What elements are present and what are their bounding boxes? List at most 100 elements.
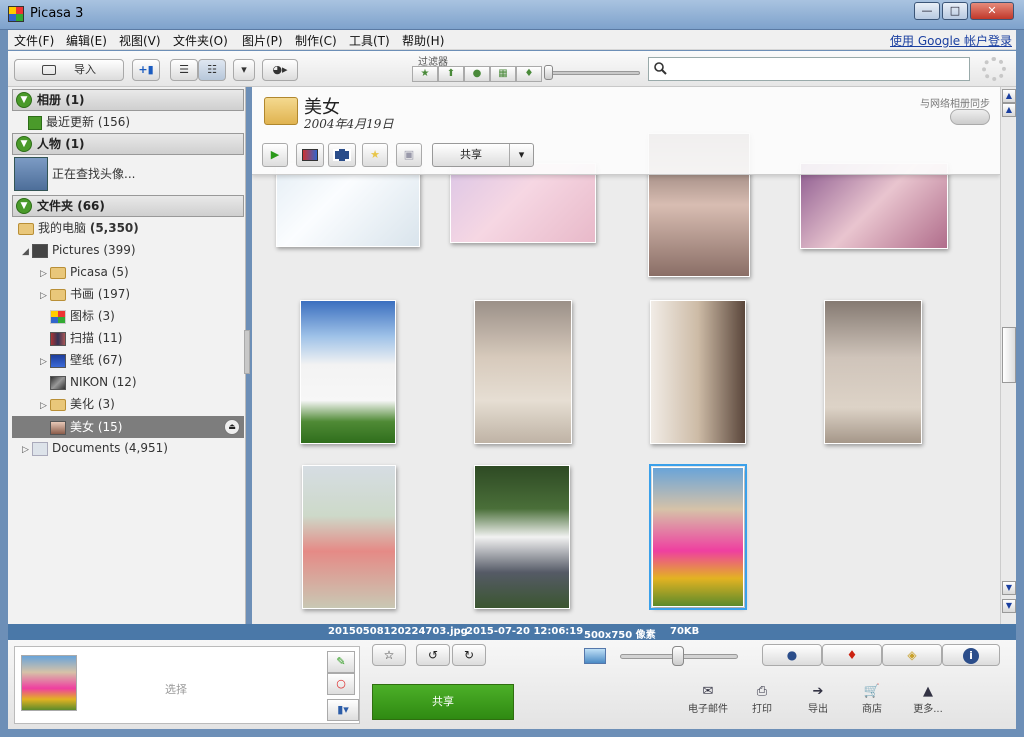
hold-button[interactable]: ✎ [327, 651, 355, 673]
unknown-person-avatar-icon[interactable] [14, 157, 48, 191]
expand-right-icon[interactable]: ▷ [40, 395, 50, 417]
tree-item-pictures[interactable]: ◢ Pictures (399) [22, 239, 136, 261]
filter-faces-button[interactable]: ● [464, 66, 490, 82]
slideshow-button[interactable]: ▶ [262, 143, 288, 167]
add-to-album-button[interactable]: +▮ [132, 59, 160, 81]
geotag-button[interactable]: ♦ [822, 644, 882, 666]
photo-thumbnail[interactable] [650, 300, 746, 444]
email-action[interactable]: ✉ 电子邮件 [680, 684, 736, 715]
tree-item-icons[interactable]: 图标 (3) [50, 305, 115, 327]
photo-thumbnail[interactable] [800, 163, 948, 249]
share-dropdown[interactable]: 共享 ▾ [432, 143, 534, 167]
recent-updates-item[interactable]: 最近更新 (156) [28, 111, 130, 133]
filter-slider-thumb[interactable] [544, 65, 553, 80]
scroll-down-icon[interactable]: ▼ [1002, 581, 1016, 595]
filter-geotag-button[interactable]: ♦ [516, 66, 542, 82]
more-action[interactable]: ▲ 更多... [900, 684, 956, 715]
filter-date-slider[interactable] [548, 71, 640, 75]
view-options-dropdown[interactable]: ▾ [233, 59, 255, 81]
panel-splitter[interactable] [244, 330, 250, 374]
save-album-button[interactable]: ▣ [396, 143, 422, 167]
expand-right-icon[interactable]: ▷ [40, 263, 50, 285]
menu-file[interactable]: 文件(F) [14, 32, 54, 49]
chevron-down-icon[interactable]: ▾ [509, 144, 533, 166]
properties-button[interactable]: i [942, 644, 1000, 666]
menu-tools[interactable]: 工具(T) [349, 32, 390, 49]
tree-item-wallpapers[interactable]: ▷ 壁纸 (67) [40, 349, 122, 371]
people-button[interactable]: ◕▸ [262, 59, 298, 81]
tree-item-scans[interactable]: 扫描 (11) [50, 327, 122, 349]
expand-down-icon[interactable]: ◢ [22, 241, 32, 263]
minimize-button[interactable]: — [914, 2, 940, 20]
rotate-right-button[interactable]: ↻ [452, 644, 486, 666]
import-button[interactable]: 导入 [14, 59, 124, 81]
people-section-header[interactable]: ▼ 人物 (1) [12, 133, 244, 155]
scroll-bottom-icon[interactable]: ▼ [1002, 599, 1016, 613]
add-to-album-dropdown[interactable]: ▮▾ [327, 699, 359, 721]
tree-item-picasa[interactable]: ▷ Picasa (5) [40, 261, 129, 283]
star-album-button[interactable]: ★ [362, 143, 388, 167]
photo-thumbnail[interactable] [450, 163, 596, 243]
tree-item-my-computer[interactable]: 我的电脑 (5,350) [18, 217, 139, 239]
thumbnail-size-thumb[interactable] [672, 646, 684, 666]
print-action[interactable]: ⎙ 打印 [734, 684, 790, 715]
photo-thumbnail[interactable] [824, 300, 922, 444]
share-button[interactable]: 共享 [372, 684, 514, 720]
filter-video-button[interactable]: ▦ [490, 66, 516, 82]
tree-view-button[interactable]: ☷ [198, 59, 226, 81]
scroll-top-icon[interactable]: ▲ [1002, 89, 1016, 103]
movie-button[interactable] [328, 143, 356, 167]
menu-folder[interactable]: 文件夹(O) [173, 32, 228, 49]
menu-help[interactable]: 帮助(H) [402, 32, 444, 49]
list-view-button[interactable]: ☰ [170, 59, 198, 81]
web-sync-toggle[interactable] [950, 109, 990, 125]
search-input[interactable] [669, 60, 965, 78]
tree-label: 扫描 (11) [70, 331, 123, 345]
people-tag-button[interactable]: ● [762, 644, 822, 666]
collage-button[interactable] [296, 143, 324, 167]
photo-thumbnail[interactable] [474, 300, 572, 444]
export-action[interactable]: ➔ 导出 [790, 684, 846, 715]
tree-item-beautify[interactable]: ▷ 美化 (3) [40, 393, 115, 415]
maximize-button[interactable]: □ [942, 2, 968, 20]
tree-item-nikon[interactable]: NIKON (12) [50, 371, 137, 393]
tag-button[interactable]: ◈ [882, 644, 942, 666]
photo-thumbnail[interactable] [474, 465, 570, 609]
photo-thumbnail-selected[interactable] [649, 464, 747, 610]
scroll-up-icon[interactable]: ▲ [1002, 103, 1016, 117]
album-date[interactable]: 2004年4月19日 [304, 115, 393, 132]
search-box[interactable] [648, 57, 970, 81]
tray-thumbnail[interactable] [21, 655, 77, 711]
folders-section-header[interactable]: ▼ 文件夹 (66) [12, 195, 244, 217]
photo-thumbnail[interactable] [300, 300, 396, 444]
star-button[interactable]: ☆ [372, 644, 406, 666]
photo-thumbnail[interactable] [276, 163, 420, 247]
expand-right-icon[interactable]: ▷ [22, 439, 32, 461]
menu-create[interactable]: 制作(C) [295, 32, 337, 49]
scrollbar-thumb[interactable] [1002, 327, 1016, 383]
menu-view[interactable]: 视图(V) [119, 32, 161, 49]
export-label: 导出 [808, 704, 828, 715]
close-button[interactable]: ✕ [970, 2, 1014, 20]
collapse-icon[interactable]: ▼ [16, 136, 32, 152]
albums-section-header[interactable]: ▼ 相册 (1) [12, 89, 244, 111]
collapse-icon[interactable]: ▼ [16, 198, 32, 214]
tree-item-documents[interactable]: ▷ Documents (4,951) [22, 437, 168, 459]
photo-thumbnail[interactable] [302, 465, 396, 609]
expand-right-icon[interactable]: ▷ [40, 285, 50, 307]
menu-picture[interactable]: 图片(P) [242, 32, 283, 49]
expand-right-icon[interactable]: ▷ [40, 351, 50, 373]
google-signin-link[interactable]: 使用 Google 帐户登录 [890, 32, 1012, 49]
filter-uploaded-button[interactable]: ⬆ [438, 66, 464, 82]
tree-item-calligraphy[interactable]: ▷ 书画 (197) [40, 283, 130, 305]
menu-edit[interactable]: 编辑(E) [66, 32, 107, 49]
folder-icon [50, 266, 66, 279]
shop-action[interactable]: 🛒 商店 [844, 684, 900, 715]
filter-starred-button[interactable]: ★ [412, 66, 438, 82]
clear-button[interactable]: ○ [327, 673, 355, 695]
tree-item-beauty-selected[interactable]: 美女 (15) ⏏ [12, 416, 244, 438]
upload-folder-icon[interactable]: ⏏ [224, 419, 240, 435]
vertical-scrollbar[interactable]: ▲ ▲ ▼ ▼ [1000, 87, 1016, 624]
rotate-left-button[interactable]: ↺ [416, 644, 450, 666]
collapse-icon[interactable]: ▼ [16, 92, 32, 108]
